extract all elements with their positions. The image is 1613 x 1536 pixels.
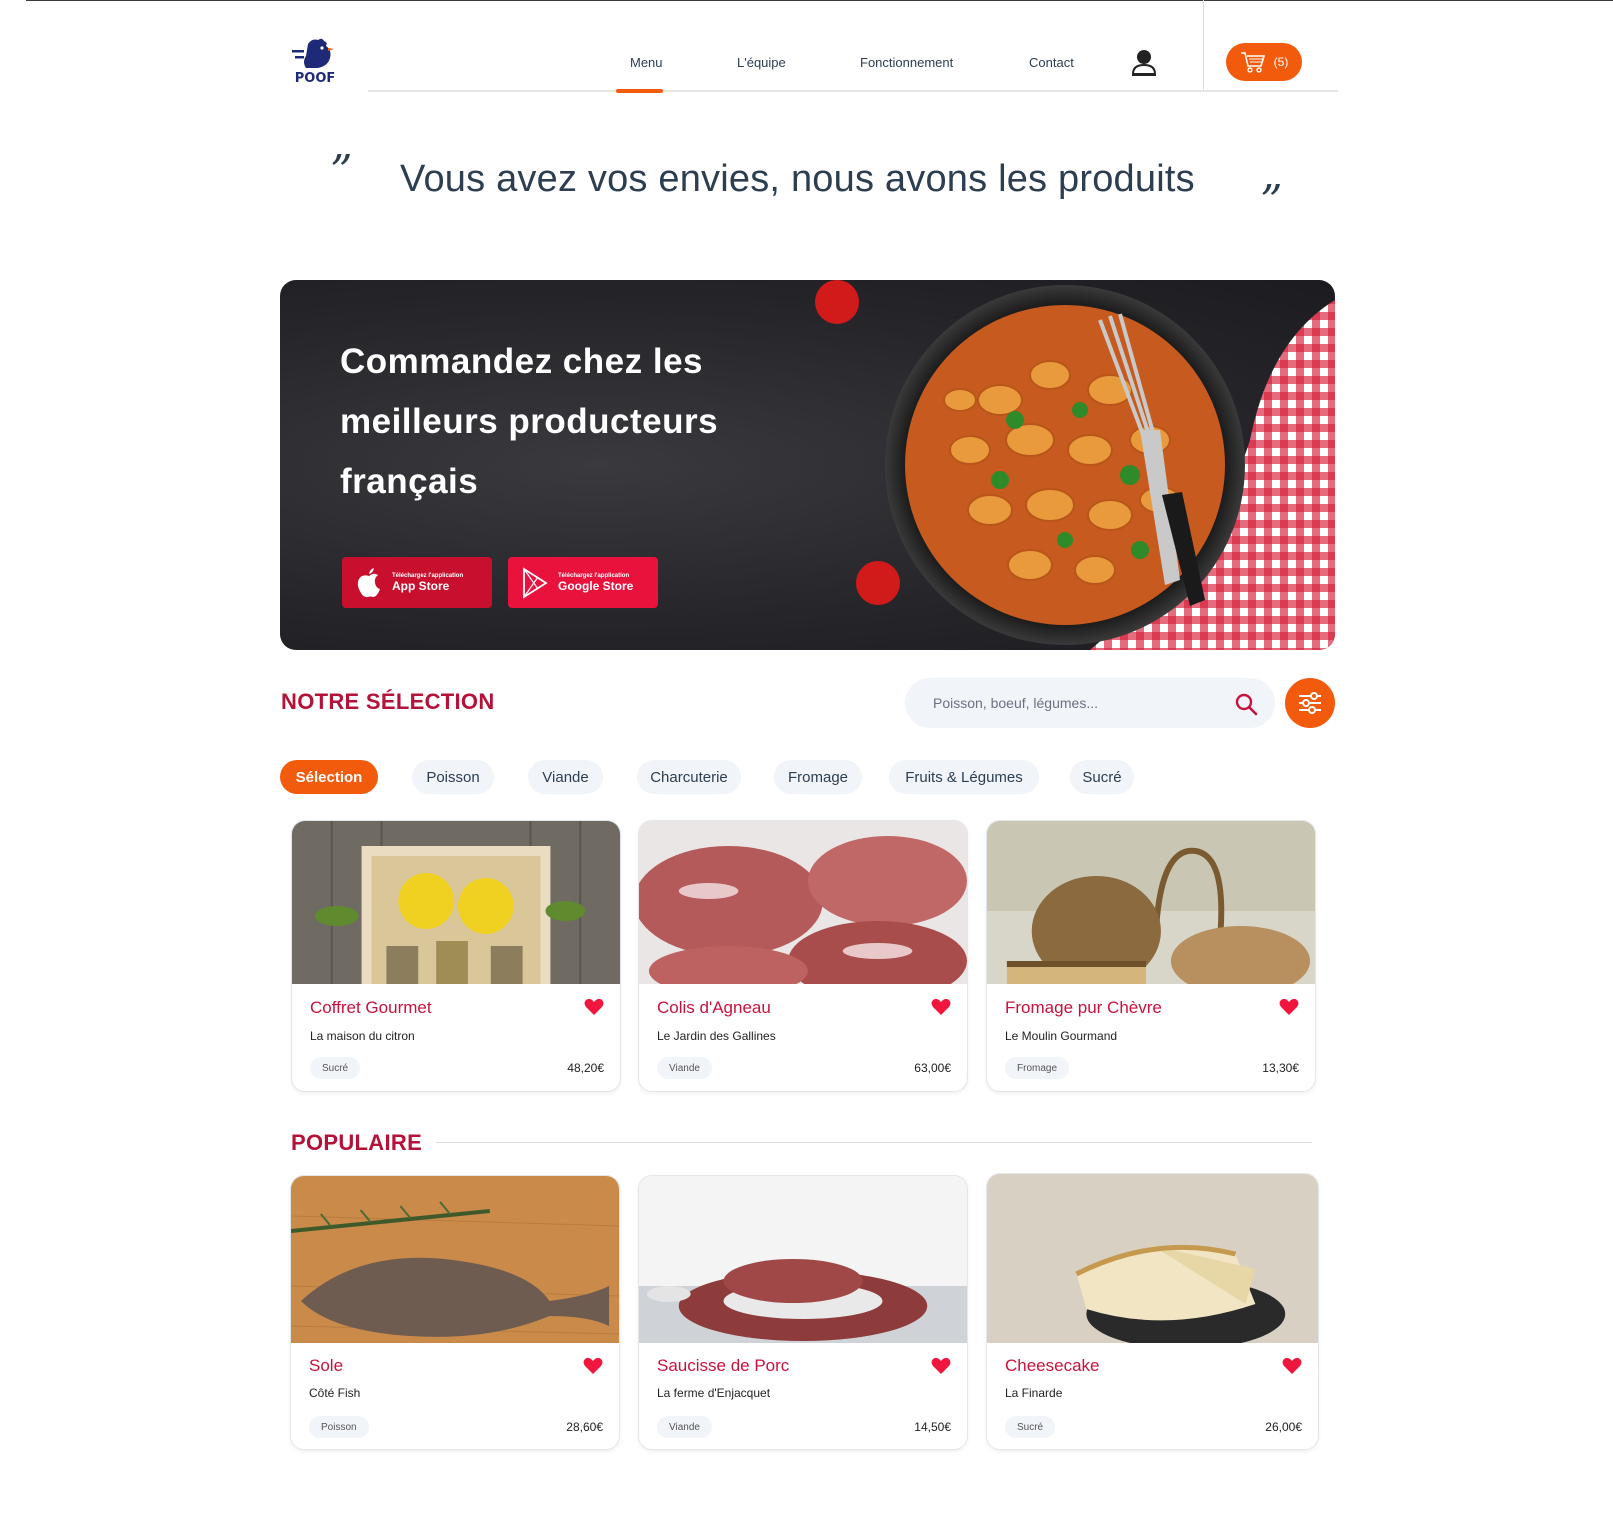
- producer-name: Côté Fish: [309, 1386, 361, 1400]
- top-border: [26, 0, 1613, 1]
- search-bar: [905, 678, 1275, 728]
- chip-viande[interactable]: Viande: [528, 760, 603, 794]
- app-store-label: App Store: [392, 578, 450, 593]
- category-tag: Sucré: [1005, 1416, 1056, 1438]
- selection-title: NOTRE SÉLECTION: [281, 689, 495, 714]
- nav-active-indicator: [616, 89, 663, 93]
- filter-button[interactable]: [1285, 678, 1335, 728]
- chip-sucre[interactable]: Sucré: [1070, 760, 1134, 794]
- category-tag: Fromage: [1005, 1057, 1070, 1079]
- close-quote: ”: [1260, 176, 1283, 227]
- product-name: Cheesecake: [1005, 1356, 1100, 1375]
- cheesecake-image: [987, 1174, 1318, 1343]
- popular-divider: [436, 1142, 1312, 1143]
- user-icon[interactable]: [1131, 48, 1157, 76]
- product-price: 28,60€: [566, 1420, 603, 1434]
- favorite-heart-icon[interactable]: [583, 1357, 603, 1375]
- favorite-heart-icon[interactable]: [584, 998, 604, 1016]
- goat-cheese-image: [987, 821, 1315, 984]
- product-name: Sole: [309, 1356, 344, 1375]
- producer-name: La Finarde: [1005, 1386, 1063, 1400]
- favorite-heart-icon[interactable]: [931, 1357, 951, 1375]
- lemon-gift-box-image: [292, 821, 620, 984]
- cart-count: (5): [1273, 55, 1289, 69]
- google-store-button[interactable]: Téléchargez l'application Google Store: [508, 557, 658, 608]
- product-name: Coffret Gourmet: [310, 998, 432, 1017]
- open-quote: ”: [330, 146, 353, 197]
- nav-fonctionnement[interactable]: Fonctionnement: [860, 55, 953, 70]
- popular-title: POPULAIRE: [291, 1130, 423, 1155]
- nav-underline: [368, 90, 1338, 92]
- nav-menu[interactable]: Menu: [630, 55, 663, 70]
- producer-name: Le Moulin Gourmand: [1005, 1029, 1118, 1043]
- producer-name: La maison du citron: [310, 1029, 415, 1043]
- google-store-label: Google Store: [558, 578, 634, 593]
- product-card[interactable]: Coffret Gourmet La maison du citron Sucr…: [291, 820, 621, 1092]
- product-price: 26,00€: [1265, 1420, 1302, 1434]
- product-name: Saucisse de Porc: [657, 1356, 790, 1375]
- chip-charcuterie[interactable]: Charcuterie: [637, 760, 741, 794]
- producer-name: Le Jardin des Gallines: [657, 1029, 776, 1043]
- product-card[interactable]: Cheesecake La Finarde Sucré 26,00€: [986, 1173, 1319, 1450]
- app-store-caption: Téléchargez l'application: [392, 572, 464, 579]
- product-card[interactable]: Saucisse de Porc La ferme d'Enjacquet Vi…: [638, 1175, 968, 1450]
- category-tag: Poisson: [309, 1416, 369, 1438]
- chip-fromage[interactable]: Fromage: [774, 760, 862, 794]
- hero-banner: Commandez chez les meilleurs producteurs…: [280, 280, 1335, 650]
- hero-title: Commandez chez les meilleurs producteurs…: [340, 342, 719, 501]
- product-price: 63,00€: [914, 1061, 951, 1075]
- apple-icon: [357, 567, 380, 597]
- header-divider: [1203, 0, 1204, 91]
- cart-button[interactable]: (5): [1226, 43, 1302, 81]
- page-headline: Vous avez vos envies, nous avons les pro…: [400, 158, 1195, 200]
- filter-sliders-icon: [1299, 692, 1321, 714]
- category-tag: Viande: [657, 1416, 712, 1438]
- nav-contact[interactable]: Contact: [1029, 55, 1074, 70]
- search-icon[interactable]: [1234, 692, 1258, 716]
- google-store-caption: Téléchargez l'application: [558, 572, 630, 579]
- favorite-heart-icon[interactable]: [1279, 998, 1299, 1016]
- chip-selection[interactable]: Sélection: [280, 760, 378, 794]
- chip-poisson[interactable]: Poisson: [412, 760, 494, 794]
- poof-logo[interactable]: POOF: [288, 36, 342, 86]
- cart-icon: [1240, 52, 1265, 73]
- product-card[interactable]: Sole Côté Fish Poisson 28,60€: [290, 1175, 620, 1450]
- search-input[interactable]: [933, 695, 1223, 711]
- lamb-cuts-image: [639, 821, 967, 984]
- product-price: 14,50€: [914, 1420, 951, 1434]
- play-store-icon: [523, 566, 548, 599]
- category-tag: Viande: [657, 1057, 712, 1079]
- app-store-button[interactable]: Téléchargez l'application App Store: [342, 557, 492, 608]
- producer-name: La ferme d'Enjacquet: [657, 1386, 771, 1400]
- favorite-heart-icon[interactable]: [931, 998, 951, 1016]
- category-tag: Sucré: [310, 1057, 361, 1079]
- pork-sausage-image: [639, 1176, 967, 1343]
- logo-text: POOF: [295, 71, 336, 86]
- nav-equipe[interactable]: L'équipe: [737, 55, 786, 70]
- product-name: Fromage pur Chèvre: [1005, 998, 1162, 1017]
- sole-fish-image: [291, 1176, 619, 1343]
- product-name: Colis d'Agneau: [657, 998, 771, 1017]
- chip-fruits-legumes[interactable]: Fruits & Légumes: [889, 760, 1039, 794]
- favorite-heart-icon[interactable]: [1282, 1357, 1302, 1375]
- product-price: 13,30€: [1262, 1061, 1299, 1075]
- product-card[interactable]: Fromage pur Chèvre Le Moulin Gourmand Fr…: [986, 820, 1316, 1092]
- product-card[interactable]: Colis d'Agneau Le Jardin des Gallines Vi…: [638, 820, 968, 1092]
- product-price: 48,20€: [567, 1061, 604, 1075]
- pasta-dish-image: [815, 280, 1335, 650]
